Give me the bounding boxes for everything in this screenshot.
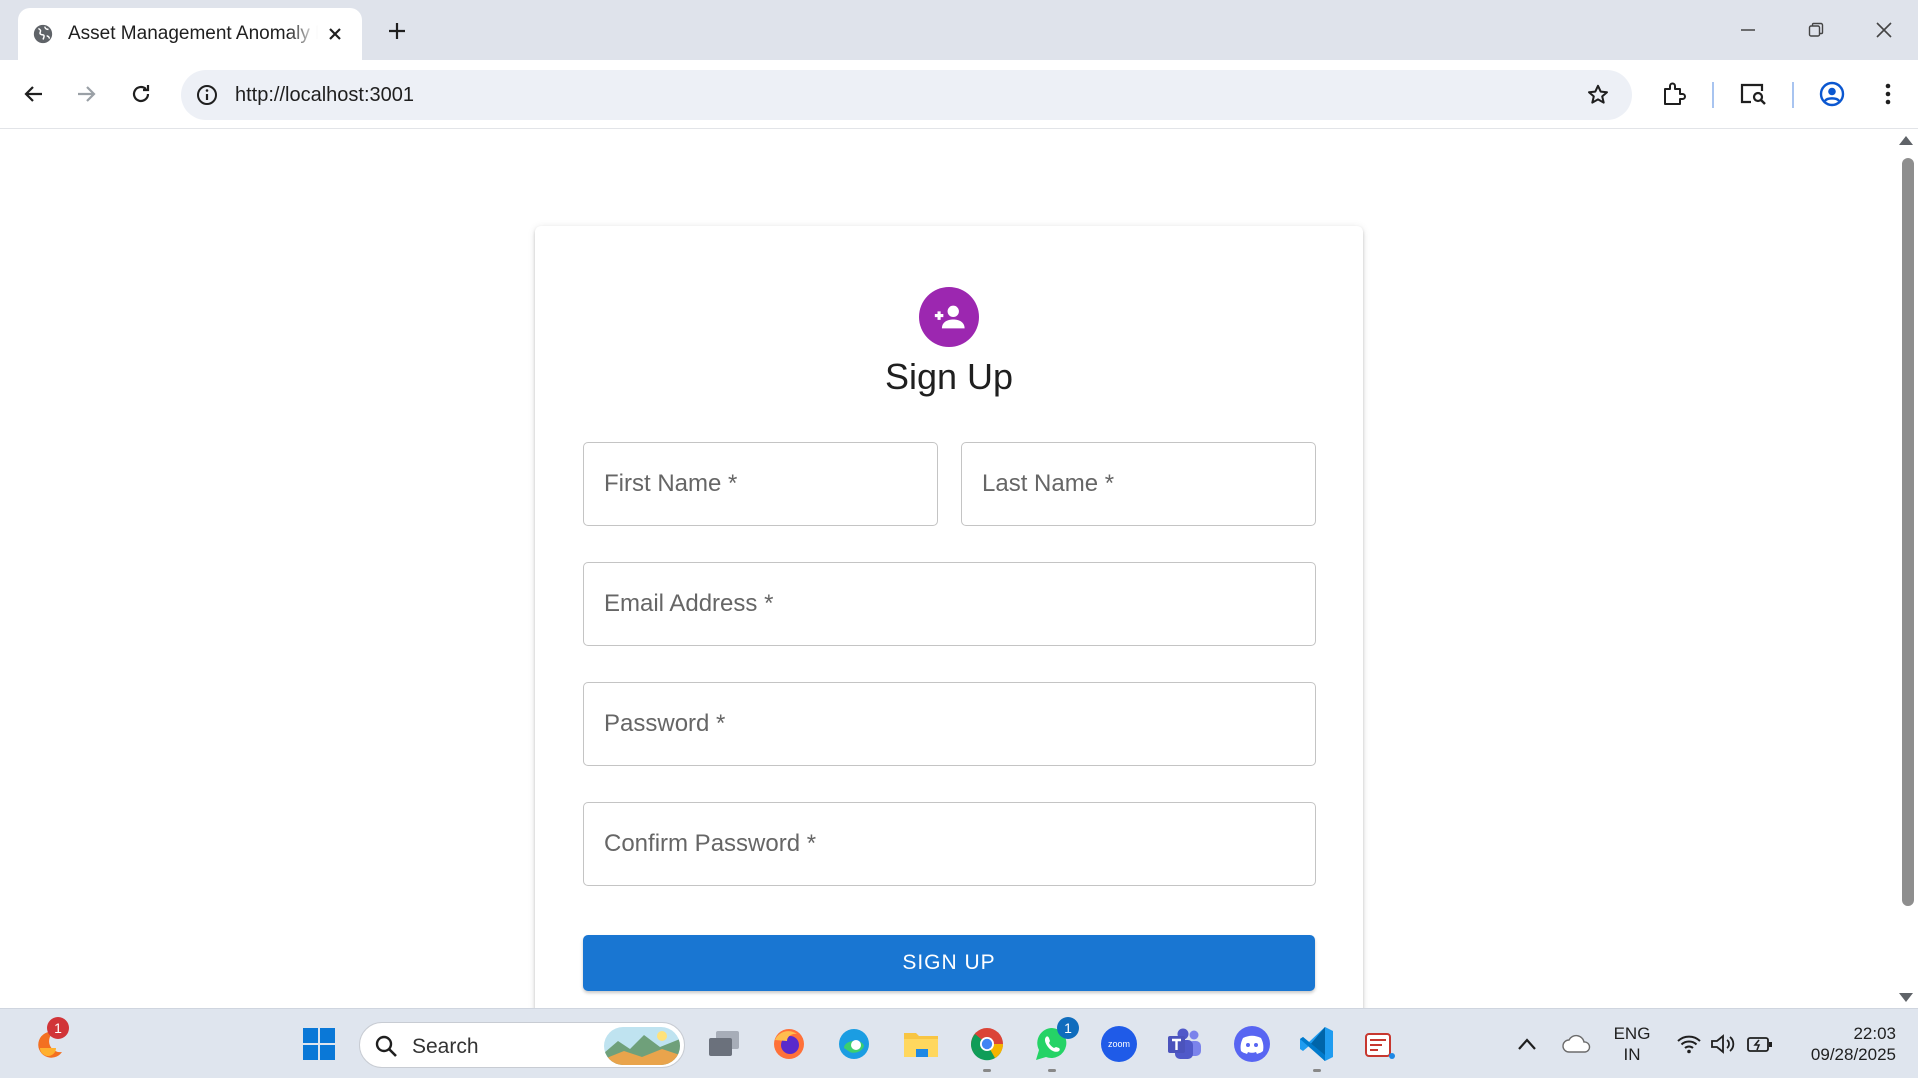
page-scrollbar[interactable] xyxy=(1894,130,1918,1008)
teams-icon[interactable] xyxy=(1165,1024,1205,1064)
browser-tab[interactable]: Asset Management Anomaly Detection xyxy=(18,8,362,60)
firefox-icon[interactable] xyxy=(769,1024,809,1064)
page-title: Sign Up xyxy=(884,356,1014,397)
email-input[interactable] xyxy=(584,563,1315,645)
windows-icon xyxy=(303,1028,335,1060)
bookmark-star-icon[interactable] xyxy=(1584,81,1612,109)
back-button[interactable] xyxy=(14,74,54,114)
whatsapp-badge: 1 xyxy=(1057,1017,1079,1039)
chrome-running-indicator xyxy=(983,1069,991,1072)
zoom-icon[interactable]: zoom xyxy=(1099,1024,1139,1064)
chrome-icon[interactable] xyxy=(967,1024,1007,1064)
whatsapp-running-indicator xyxy=(1048,1069,1056,1072)
onedrive-cloud-icon[interactable] xyxy=(1556,1024,1596,1064)
restore-icon xyxy=(1808,22,1824,37)
reload-button[interactable] xyxy=(121,74,161,114)
new-tab-button[interactable] xyxy=(380,14,414,48)
close-window-button[interactable] xyxy=(1862,12,1906,48)
avatar xyxy=(919,287,979,347)
zoom-label: zoom xyxy=(1108,1039,1130,1049)
task-view-icon[interactable] xyxy=(704,1024,744,1064)
language-text: ENG xyxy=(1613,1024,1651,1043)
address-bar[interactable]: http://localhost:3001 xyxy=(181,70,1632,120)
extensions-icon[interactable] xyxy=(1658,78,1690,110)
discord-icon[interactable] xyxy=(1232,1024,1272,1064)
globe-icon xyxy=(33,24,53,44)
sign-up-button[interactable]: SIGN UP xyxy=(583,935,1315,991)
taskbar-search[interactable]: Search xyxy=(359,1022,685,1068)
signup-card: Sign Up First Name * Last Name * Email A… xyxy=(535,226,1363,1008)
tab-search-icon[interactable] xyxy=(1737,78,1769,110)
wifi-icon[interactable] xyxy=(1669,1024,1709,1064)
edge-icon[interactable] xyxy=(834,1024,874,1064)
plus-icon xyxy=(389,23,405,39)
search-icon xyxy=(375,1035,397,1057)
profile-icon[interactable] xyxy=(1816,78,1848,110)
clock[interactable]: 22:03 09/28/2025 xyxy=(1792,1023,1896,1065)
minimize-icon xyxy=(1741,29,1755,31)
restore-button[interactable] xyxy=(1794,12,1838,48)
clock-time: 22:03 xyxy=(1853,1024,1896,1043)
password-field[interactable]: Password * xyxy=(583,682,1316,766)
scroll-thumb[interactable] xyxy=(1902,158,1914,906)
scroll-up-arrow[interactable] xyxy=(1899,136,1913,145)
toolbar-divider xyxy=(1792,82,1794,108)
vscode-icon[interactable] xyxy=(1297,1024,1337,1064)
search-placeholder: Search xyxy=(412,1035,479,1058)
file-explorer-icon[interactable] xyxy=(901,1024,941,1064)
close-icon xyxy=(1876,22,1892,38)
snipping-tool-icon[interactable] xyxy=(1360,1024,1400,1064)
email-field[interactable]: Email Address * xyxy=(583,562,1316,646)
chevron-up-icon[interactable] xyxy=(1507,1024,1547,1064)
taskbar: 1 Search 1 zoom ENG IN 22:03 09/28/2025 xyxy=(0,1008,1918,1078)
url-text[interactable]: http://localhost:3001 xyxy=(235,84,414,107)
tab-strip: Asset Management Anomaly Detection xyxy=(0,0,1918,60)
first-name-field[interactable]: First Name * xyxy=(583,442,938,526)
close-tab-icon[interactable] xyxy=(322,21,348,47)
toolbar-divider xyxy=(1712,82,1714,108)
tab-title: Asset Management Anomaly Detection xyxy=(68,23,318,44)
scroll-down-arrow[interactable] xyxy=(1899,993,1913,1002)
forward-button[interactable] xyxy=(66,74,106,114)
arrow-left-icon xyxy=(24,86,42,102)
search-highlight-image xyxy=(604,1027,680,1065)
password-input[interactable] xyxy=(584,683,1315,765)
first-name-input[interactable] xyxy=(584,443,937,525)
page-viewport: Sign Up First Name * Last Name * Email A… xyxy=(0,130,1918,1008)
reload-icon xyxy=(132,85,150,103)
region-text: IN xyxy=(1623,1045,1641,1064)
info-icon[interactable] xyxy=(193,81,221,109)
battery-icon[interactable] xyxy=(1740,1024,1780,1064)
start-button[interactable] xyxy=(299,1024,339,1064)
volume-icon[interactable] xyxy=(1704,1024,1744,1064)
browser-toolbar: http://localhost:3001 xyxy=(0,60,1918,129)
confirm-password-field[interactable]: Confirm Password * xyxy=(583,802,1316,886)
vscode-running-indicator xyxy=(1313,1069,1321,1072)
language-indicator[interactable]: ENG IN xyxy=(1610,1023,1654,1065)
arrow-right-icon xyxy=(78,86,96,102)
more-menu-icon[interactable] xyxy=(1872,78,1904,110)
last-name-field[interactable]: Last Name * xyxy=(961,442,1316,526)
minimize-button[interactable] xyxy=(1726,12,1770,48)
notification-badge: 1 xyxy=(47,1017,69,1039)
clock-date: 09/28/2025 xyxy=(1810,1045,1896,1064)
person-add-icon xyxy=(934,305,965,329)
confirm-password-input[interactable] xyxy=(584,803,1315,885)
last-name-input[interactable] xyxy=(962,443,1315,525)
